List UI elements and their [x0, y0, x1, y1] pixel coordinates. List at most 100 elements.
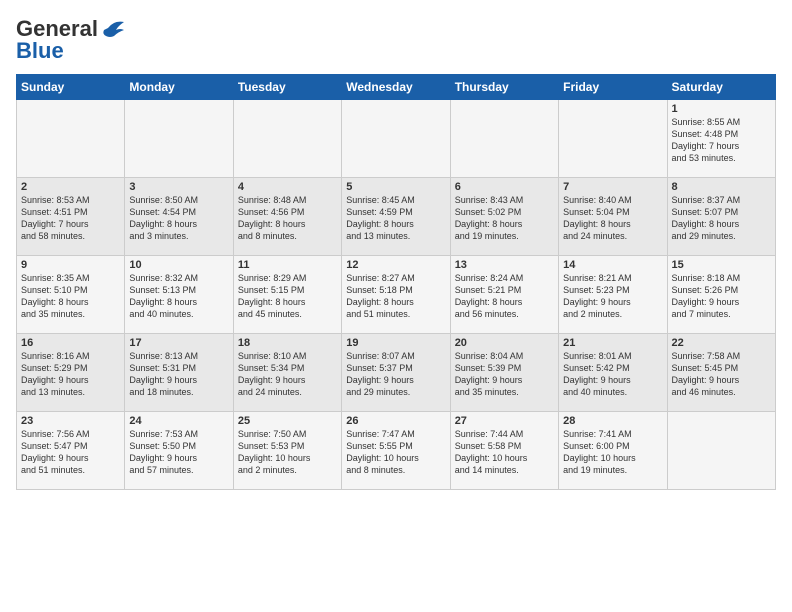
day-cell	[342, 100, 450, 178]
day-number: 20	[455, 337, 554, 349]
week-row-3: 16Sunrise: 8:16 AM Sunset: 5:29 PM Dayli…	[17, 334, 776, 412]
day-cell: 25Sunrise: 7:50 AM Sunset: 5:53 PM Dayli…	[233, 412, 341, 490]
col-header-friday: Friday	[559, 75, 667, 100]
day-info: Sunrise: 8:13 AM Sunset: 5:31 PM Dayligh…	[129, 350, 228, 399]
day-info: Sunrise: 8:10 AM Sunset: 5:34 PM Dayligh…	[238, 350, 337, 399]
day-number: 13	[455, 259, 554, 271]
day-number: 21	[563, 337, 662, 349]
col-header-wednesday: Wednesday	[342, 75, 450, 100]
day-info: Sunrise: 7:56 AM Sunset: 5:47 PM Dayligh…	[21, 428, 120, 477]
day-number: 7	[563, 181, 662, 193]
day-cell: 10Sunrise: 8:32 AM Sunset: 5:13 PM Dayli…	[125, 256, 233, 334]
day-info: Sunrise: 8:07 AM Sunset: 5:37 PM Dayligh…	[346, 350, 445, 399]
day-number: 17	[129, 337, 228, 349]
day-info: Sunrise: 8:43 AM Sunset: 5:02 PM Dayligh…	[455, 194, 554, 243]
day-cell: 26Sunrise: 7:47 AM Sunset: 5:55 PM Dayli…	[342, 412, 450, 490]
day-info: Sunrise: 8:18 AM Sunset: 5:26 PM Dayligh…	[672, 272, 771, 321]
col-header-sunday: Sunday	[17, 75, 125, 100]
day-cell: 23Sunrise: 7:56 AM Sunset: 5:47 PM Dayli…	[17, 412, 125, 490]
day-info: Sunrise: 8:35 AM Sunset: 5:10 PM Dayligh…	[21, 272, 120, 321]
day-number: 28	[563, 415, 662, 427]
day-number: 14	[563, 259, 662, 271]
day-cell: 13Sunrise: 8:24 AM Sunset: 5:21 PM Dayli…	[450, 256, 558, 334]
day-info: Sunrise: 7:50 AM Sunset: 5:53 PM Dayligh…	[238, 428, 337, 477]
day-cell: 21Sunrise: 8:01 AM Sunset: 5:42 PM Dayli…	[559, 334, 667, 412]
day-number: 12	[346, 259, 445, 271]
day-info: Sunrise: 7:58 AM Sunset: 5:45 PM Dayligh…	[672, 350, 771, 399]
day-cell	[450, 100, 558, 178]
day-info: Sunrise: 8:32 AM Sunset: 5:13 PM Dayligh…	[129, 272, 228, 321]
logo-bird-icon	[100, 18, 126, 40]
day-info: Sunrise: 8:45 AM Sunset: 4:59 PM Dayligh…	[346, 194, 445, 243]
day-info: Sunrise: 8:24 AM Sunset: 5:21 PM Dayligh…	[455, 272, 554, 321]
day-info: Sunrise: 7:44 AM Sunset: 5:58 PM Dayligh…	[455, 428, 554, 477]
day-info: Sunrise: 8:27 AM Sunset: 5:18 PM Dayligh…	[346, 272, 445, 321]
day-cell: 1Sunrise: 8:55 AM Sunset: 4:48 PM Daylig…	[667, 100, 775, 178]
day-cell: 24Sunrise: 7:53 AM Sunset: 5:50 PM Dayli…	[125, 412, 233, 490]
day-info: Sunrise: 7:47 AM Sunset: 5:55 PM Dayligh…	[346, 428, 445, 477]
day-info: Sunrise: 8:48 AM Sunset: 4:56 PM Dayligh…	[238, 194, 337, 243]
day-cell: 12Sunrise: 8:27 AM Sunset: 5:18 PM Dayli…	[342, 256, 450, 334]
day-cell: 16Sunrise: 8:16 AM Sunset: 5:29 PM Dayli…	[17, 334, 125, 412]
day-info: Sunrise: 7:53 AM Sunset: 5:50 PM Dayligh…	[129, 428, 228, 477]
day-cell: 20Sunrise: 8:04 AM Sunset: 5:39 PM Dayli…	[450, 334, 558, 412]
day-cell	[17, 100, 125, 178]
day-number: 11	[238, 259, 337, 271]
day-number: 15	[672, 259, 771, 271]
day-number: 5	[346, 181, 445, 193]
day-cell: 8Sunrise: 8:37 AM Sunset: 5:07 PM Daylig…	[667, 178, 775, 256]
day-number: 6	[455, 181, 554, 193]
week-row-1: 2Sunrise: 8:53 AM Sunset: 4:51 PM Daylig…	[17, 178, 776, 256]
day-cell	[667, 412, 775, 490]
week-row-4: 23Sunrise: 7:56 AM Sunset: 5:47 PM Dayli…	[17, 412, 776, 490]
day-number: 8	[672, 181, 771, 193]
day-cell: 3Sunrise: 8:50 AM Sunset: 4:54 PM Daylig…	[125, 178, 233, 256]
day-cell: 15Sunrise: 8:18 AM Sunset: 5:26 PM Dayli…	[667, 256, 775, 334]
day-cell: 19Sunrise: 8:07 AM Sunset: 5:37 PM Dayli…	[342, 334, 450, 412]
day-cell: 22Sunrise: 7:58 AM Sunset: 5:45 PM Dayli…	[667, 334, 775, 412]
day-number: 26	[346, 415, 445, 427]
day-number: 3	[129, 181, 228, 193]
day-info: Sunrise: 8:50 AM Sunset: 4:54 PM Dayligh…	[129, 194, 228, 243]
day-cell: 4Sunrise: 8:48 AM Sunset: 4:56 PM Daylig…	[233, 178, 341, 256]
week-row-2: 9Sunrise: 8:35 AM Sunset: 5:10 PM Daylig…	[17, 256, 776, 334]
col-header-monday: Monday	[125, 75, 233, 100]
day-number: 25	[238, 415, 337, 427]
day-info: Sunrise: 8:37 AM Sunset: 5:07 PM Dayligh…	[672, 194, 771, 243]
calendar-body: 1Sunrise: 8:55 AM Sunset: 4:48 PM Daylig…	[17, 100, 776, 490]
day-number: 22	[672, 337, 771, 349]
day-cell	[125, 100, 233, 178]
col-header-tuesday: Tuesday	[233, 75, 341, 100]
day-info: Sunrise: 7:41 AM Sunset: 6:00 PM Dayligh…	[563, 428, 662, 477]
day-number: 9	[21, 259, 120, 271]
day-number: 24	[129, 415, 228, 427]
week-row-0: 1Sunrise: 8:55 AM Sunset: 4:48 PM Daylig…	[17, 100, 776, 178]
day-info: Sunrise: 8:16 AM Sunset: 5:29 PM Dayligh…	[21, 350, 120, 399]
day-number: 19	[346, 337, 445, 349]
day-info: Sunrise: 8:40 AM Sunset: 5:04 PM Dayligh…	[563, 194, 662, 243]
day-info: Sunrise: 8:04 AM Sunset: 5:39 PM Dayligh…	[455, 350, 554, 399]
day-cell: 17Sunrise: 8:13 AM Sunset: 5:31 PM Dayli…	[125, 334, 233, 412]
day-cell	[559, 100, 667, 178]
day-number: 23	[21, 415, 120, 427]
day-cell: 18Sunrise: 8:10 AM Sunset: 5:34 PM Dayli…	[233, 334, 341, 412]
day-number: 16	[21, 337, 120, 349]
logo: General Blue	[16, 16, 126, 64]
day-cell: 7Sunrise: 8:40 AM Sunset: 5:04 PM Daylig…	[559, 178, 667, 256]
day-info: Sunrise: 8:21 AM Sunset: 5:23 PM Dayligh…	[563, 272, 662, 321]
day-cell: 14Sunrise: 8:21 AM Sunset: 5:23 PM Dayli…	[559, 256, 667, 334]
day-number: 2	[21, 181, 120, 193]
day-cell: 9Sunrise: 8:35 AM Sunset: 5:10 PM Daylig…	[17, 256, 125, 334]
day-cell: 5Sunrise: 8:45 AM Sunset: 4:59 PM Daylig…	[342, 178, 450, 256]
day-cell: 6Sunrise: 8:43 AM Sunset: 5:02 PM Daylig…	[450, 178, 558, 256]
day-info: Sunrise: 8:55 AM Sunset: 4:48 PM Dayligh…	[672, 116, 771, 165]
header: General Blue	[16, 16, 776, 64]
day-number: 4	[238, 181, 337, 193]
day-info: Sunrise: 8:01 AM Sunset: 5:42 PM Dayligh…	[563, 350, 662, 399]
day-cell: 2Sunrise: 8:53 AM Sunset: 4:51 PM Daylig…	[17, 178, 125, 256]
day-cell: 28Sunrise: 7:41 AM Sunset: 6:00 PM Dayli…	[559, 412, 667, 490]
day-cell: 27Sunrise: 7:44 AM Sunset: 5:58 PM Dayli…	[450, 412, 558, 490]
day-number: 1	[672, 103, 771, 115]
col-header-thursday: Thursday	[450, 75, 558, 100]
day-cell: 11Sunrise: 8:29 AM Sunset: 5:15 PM Dayli…	[233, 256, 341, 334]
